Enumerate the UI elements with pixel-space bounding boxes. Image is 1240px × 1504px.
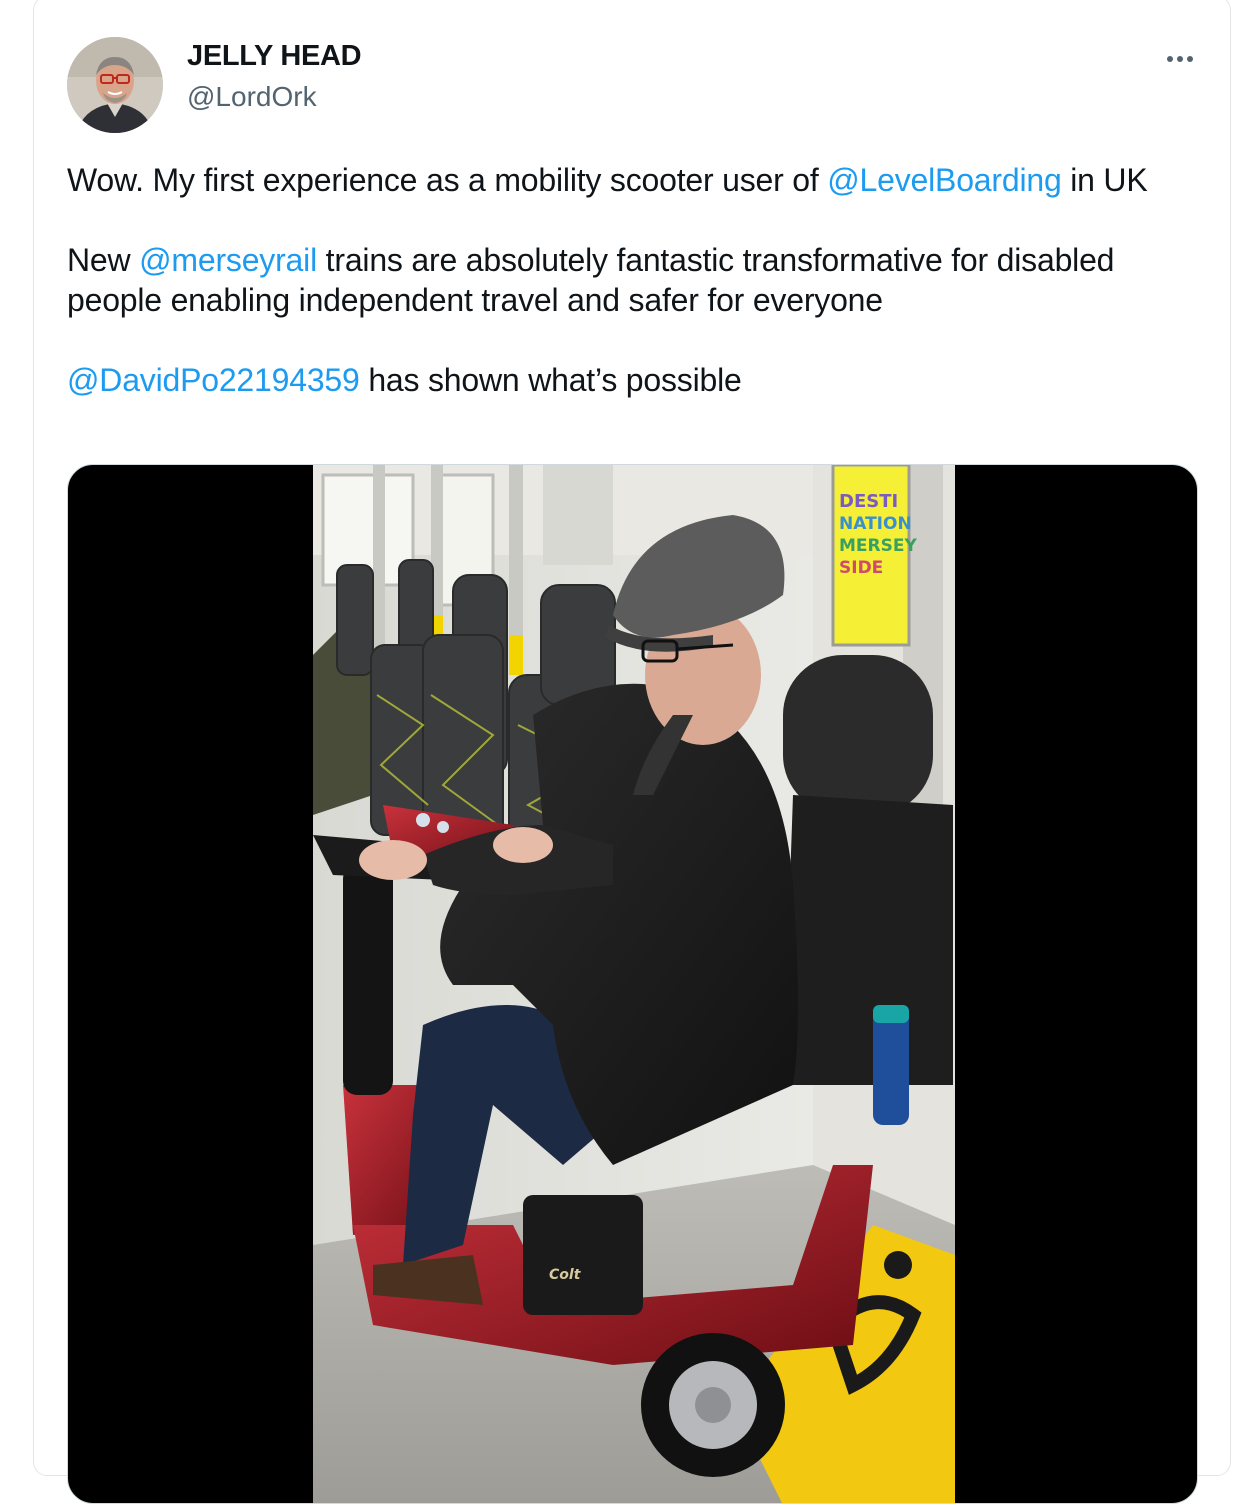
- tweet-text: Wow. My first experience as a mobility s…: [67, 160, 1207, 400]
- tweet-paragraph-2: New @merseyrail trains are absolutely fa…: [67, 240, 1207, 320]
- tweet-paragraph-3: @DavidPo22194359 has shown what’s possib…: [67, 360, 1207, 400]
- more-horizontal-icon-dot: [1177, 56, 1183, 62]
- poster-text-line: DESTI: [839, 491, 898, 512]
- video-still-image: DESTI NATION MERSEY SIDE Colt: [313, 465, 955, 1503]
- video-frame: DESTI NATION MERSEY SIDE Colt: [313, 465, 955, 1503]
- tweet-paragraph-1: Wow. My first experience as a mobility s…: [67, 160, 1207, 200]
- author-avatar[interactable]: [67, 37, 163, 133]
- tweet-text-segment: New: [67, 242, 140, 278]
- more-options-button[interactable]: [1158, 44, 1202, 74]
- mention-link-merseyrail[interactable]: @merseyrail: [139, 242, 317, 278]
- poster-text-line: MERSEY: [839, 536, 917, 556]
- avatar-photo: [67, 37, 163, 133]
- tweet-text-segment: Wow. My first experience as a mobility s…: [67, 162, 828, 198]
- tweet-text-segment: has shown what’s possible: [359, 362, 742, 398]
- poster-text-line: NATION: [839, 514, 912, 534]
- tweet-text-segment: in UK: [1061, 162, 1148, 198]
- poster-text-line: SIDE: [839, 558, 883, 578]
- mention-link-levelboarding[interactable]: @LevelBoarding: [827, 162, 1061, 198]
- mention-link-davidpo22194359[interactable]: @DavidPo22194359: [67, 362, 360, 398]
- more-horizontal-icon: [1167, 56, 1173, 62]
- more-horizontal-icon-dot: [1187, 56, 1193, 62]
- author-display-name[interactable]: JELLY HEAD: [187, 40, 362, 73]
- author-handle[interactable]: @LordOrk: [187, 81, 317, 113]
- scooter-badge: Colt: [549, 1267, 582, 1283]
- video-player[interactable]: DESTI NATION MERSEY SIDE Colt: [67, 464, 1198, 1504]
